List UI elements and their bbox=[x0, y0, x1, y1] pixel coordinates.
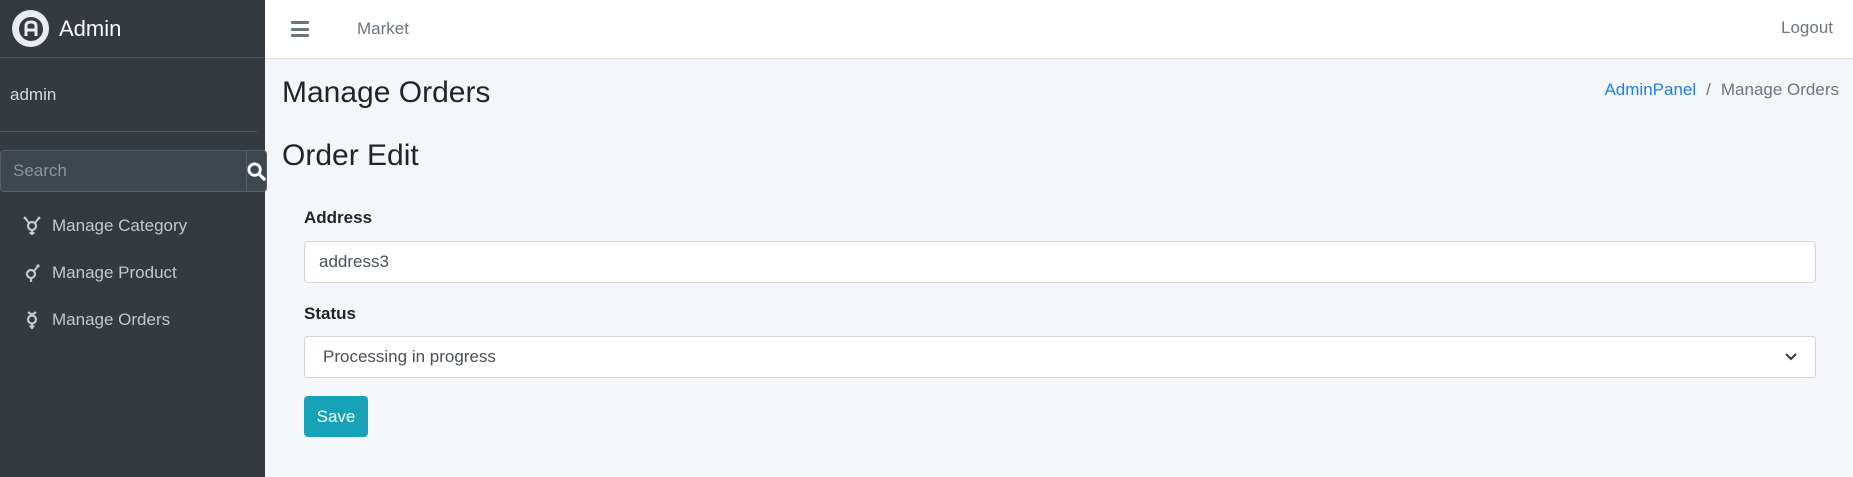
sidebar-item-label: Manage Category bbox=[52, 215, 188, 235]
user-panel[interactable]: admin bbox=[0, 58, 257, 132]
sidebar-item-label: Manage Product bbox=[52, 262, 177, 282]
market-link[interactable]: Market bbox=[357, 19, 409, 39]
transgender-symbol-icon bbox=[22, 215, 42, 237]
address-label: Address bbox=[304, 208, 373, 227]
sidebar-item-manage-category[interactable]: Manage Category bbox=[0, 202, 265, 249]
user-name: admin bbox=[10, 84, 57, 104]
page-title: Manage Orders bbox=[282, 76, 491, 109]
search-icon bbox=[247, 161, 266, 181]
top-navbar: Market Logout bbox=[265, 0, 1853, 59]
admin-logo-icon bbox=[12, 10, 49, 47]
save-button[interactable]: Save bbox=[304, 396, 368, 437]
sidebar-item-label: Manage Orders bbox=[52, 309, 171, 329]
address-field[interactable]: address3 bbox=[304, 241, 1816, 283]
genderless-symbol-icon bbox=[22, 262, 42, 284]
sidebar-search bbox=[0, 150, 267, 192]
hamburger-icon[interactable] bbox=[291, 21, 309, 37]
search-input[interactable] bbox=[0, 150, 246, 192]
breadcrumb: AdminPanel / Manage Orders bbox=[1604, 80, 1839, 100]
brand-name: Admin bbox=[59, 15, 122, 41]
sidebar-item-manage-product[interactable]: Manage Product bbox=[0, 249, 265, 296]
sidebar-nav: Manage Category Manage Product Manage Or… bbox=[0, 202, 265, 343]
status-label: Status bbox=[304, 304, 356, 323]
logout-link[interactable]: Logout bbox=[1781, 18, 1833, 38]
status-select[interactable]: Processing in progress bbox=[304, 336, 1816, 378]
brand-link[interactable]: Admin bbox=[0, 0, 265, 58]
breadcrumb-root-link[interactable]: AdminPanel bbox=[1604, 80, 1696, 100]
breadcrumb-current: Manage Orders bbox=[1720, 80, 1839, 99]
sidebar: Admin admin Search Manage Category Manag… bbox=[0, 0, 267, 477]
mercury-symbol-icon bbox=[22, 309, 42, 331]
sidebar-item-manage-orders[interactable]: Manage Orders bbox=[0, 296, 265, 343]
status-selected-value: Processing in progress bbox=[323, 347, 496, 366]
form-title: Order Edit bbox=[282, 139, 419, 172]
breadcrumb-separator: / bbox=[1706, 80, 1711, 99]
search-button[interactable] bbox=[246, 150, 267, 192]
chevron-down-icon bbox=[1785, 353, 1797, 361]
